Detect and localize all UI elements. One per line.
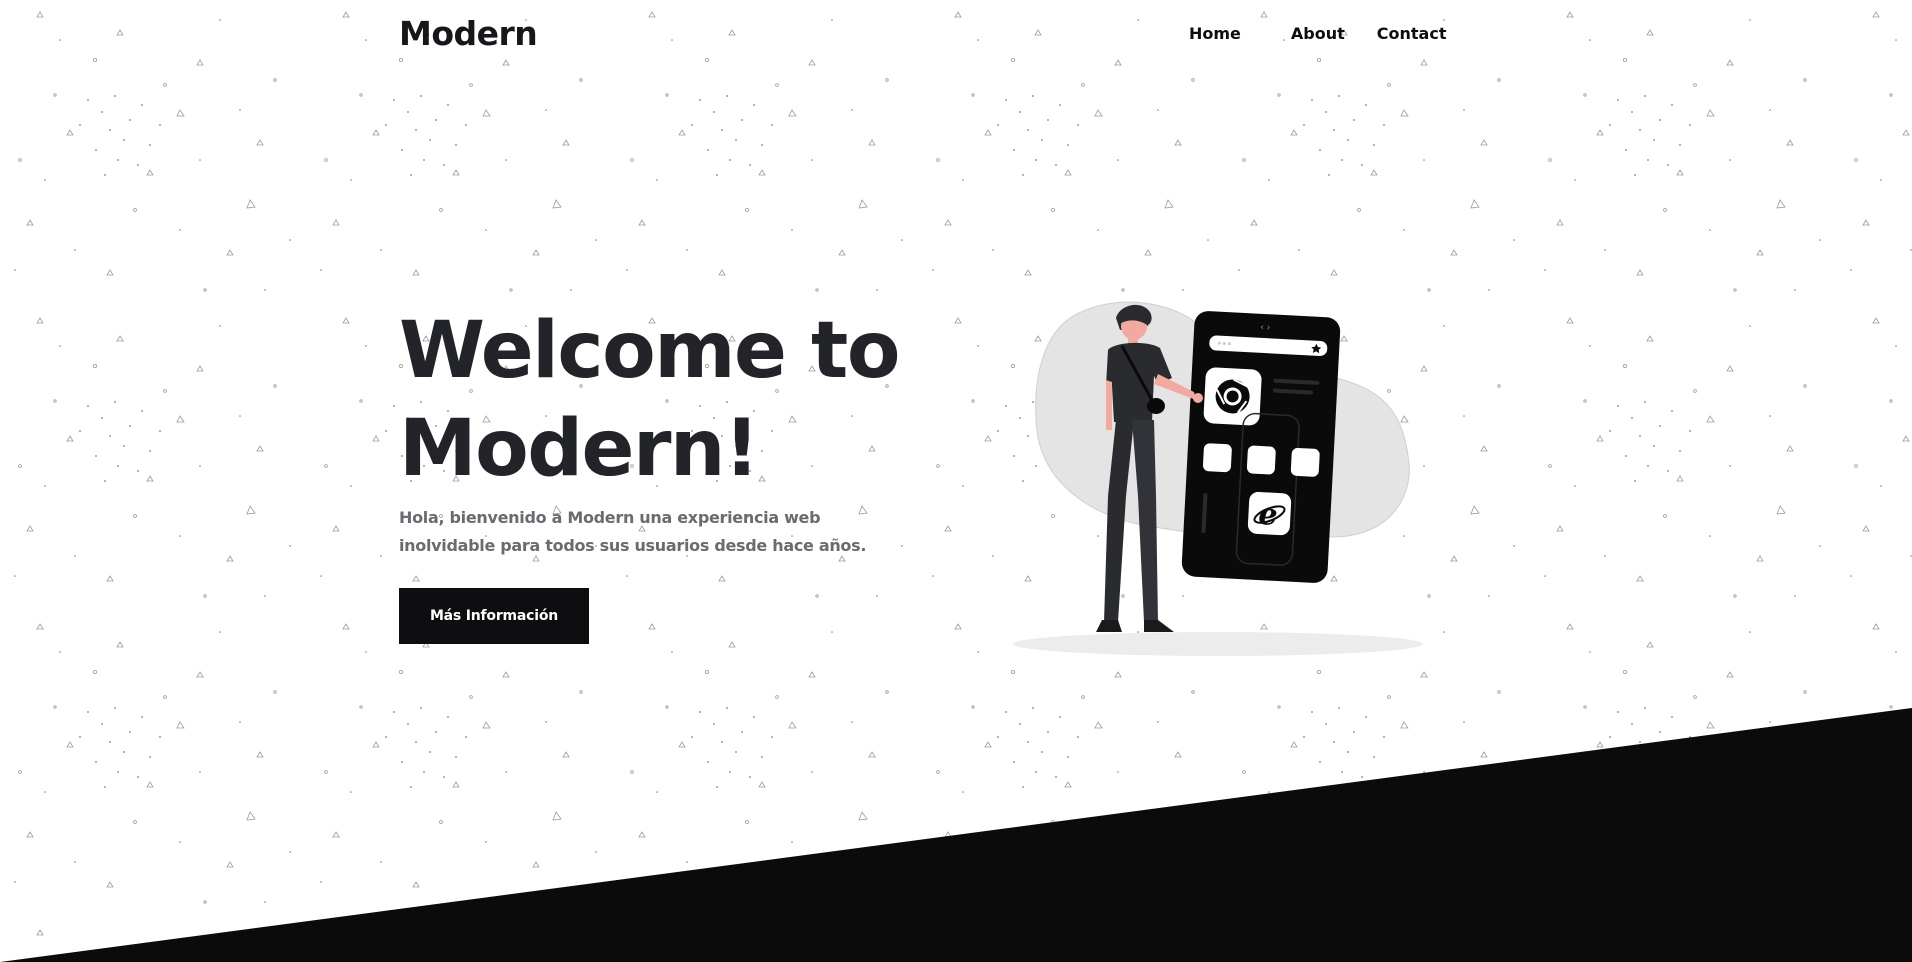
hero-title-line-1: Welcome to bbox=[399, 306, 900, 396]
hero-subtitle: Hola, bienvenido a Modern una experienci… bbox=[399, 504, 899, 560]
more-info-button[interactable]: Más Información bbox=[399, 588, 589, 644]
app-tile-3 bbox=[1290, 447, 1320, 477]
app-tile-2 bbox=[1246, 445, 1276, 475]
svg-text:e: e bbox=[1258, 497, 1279, 533]
main-nav: Home About Contact bbox=[1189, 24, 1446, 43]
footer-diagonal-band bbox=[0, 708, 1912, 962]
hero-subtitle-line-2: inolvidable para todos sus usuarios desd… bbox=[399, 536, 867, 555]
nav-link-contact[interactable]: Contact bbox=[1377, 24, 1447, 43]
svg-text:‹ ›: ‹ › bbox=[1260, 323, 1271, 334]
brand-logo[interactable]: Modern bbox=[399, 14, 538, 53]
nav-link-about[interactable]: About bbox=[1291, 24, 1345, 43]
hero-title: Welcome to Modern! bbox=[399, 302, 919, 498]
hero-illustration: ‹ › e bbox=[1013, 301, 1423, 656]
hero-section: Welcome to Modern! Hola, bienvenido a Mo… bbox=[399, 302, 919, 560]
hero-subtitle-line-1: Hola, bienvenido a Modern una experienci… bbox=[399, 508, 821, 527]
top-navigation-bar: Modern Home About Contact bbox=[0, 0, 1912, 72]
nav-link-home[interactable]: Home bbox=[1189, 24, 1241, 43]
hero-title-line-2: Modern! bbox=[399, 404, 760, 494]
app-tile-1 bbox=[1202, 443, 1232, 473]
floor-shadow bbox=[1013, 632, 1423, 656]
